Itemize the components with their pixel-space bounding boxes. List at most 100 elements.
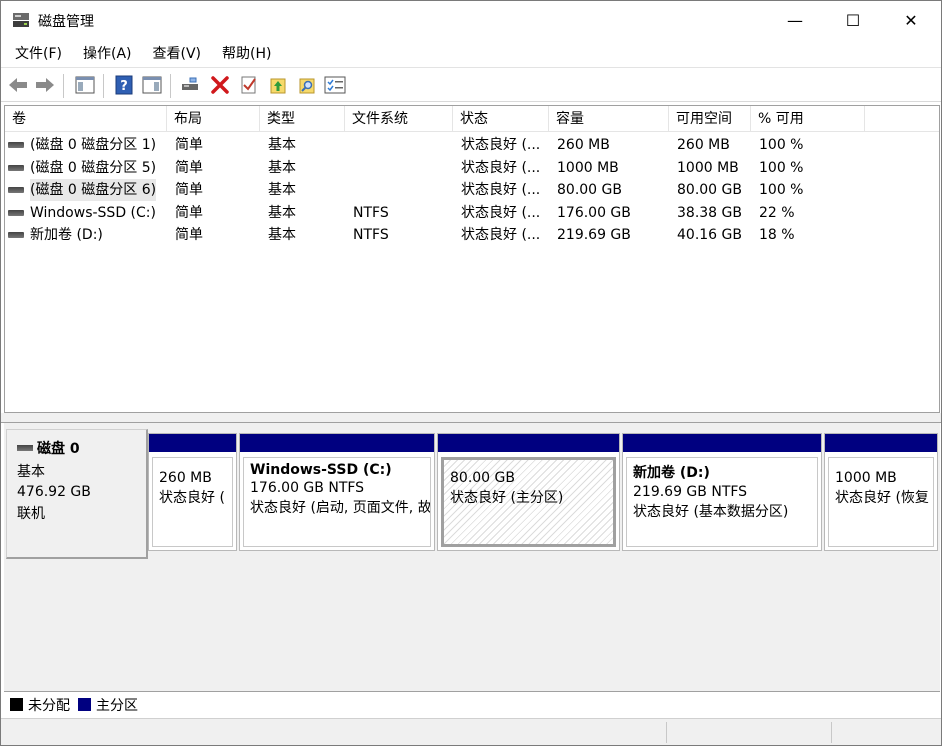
legend-swatch-unallocated — [10, 698, 23, 711]
check-icon — [241, 76, 256, 94]
action-pane-button[interactable] — [141, 74, 163, 96]
cell-percent-free: 22 % — [759, 204, 795, 221]
disk-management-window: 磁盘管理 — ☐ ✕ 文件(F) 操作(A) 查看(V) 帮助(H) ? 卷 布… — [0, 0, 942, 746]
properties-list-button[interactable] — [324, 74, 346, 96]
cell-filesystem: NTFS — [353, 204, 389, 221]
partition-status: 状态良好 (恢复 — [835, 490, 929, 506]
menu-file[interactable]: 文件(F) — [7, 40, 70, 66]
minimize-button[interactable]: — — [772, 1, 818, 39]
disk-graphical-view: 磁盘 0 基本 476.92 GB 联机 260 MB 状态良好 ( Windo… — [4, 423, 940, 691]
cell-capacity: 1000 MB — [557, 159, 619, 176]
column-header-capacity[interactable]: 容量 — [549, 106, 669, 132]
forward-arrow-icon — [36, 78, 54, 92]
volume-name: Windows-SSD (C:) — [30, 204, 156, 221]
partition-status: 状态良好 (启动, 页面文件, 故 — [250, 500, 431, 516]
check-button[interactable] — [238, 74, 260, 96]
connect-drive-button[interactable] — [180, 74, 202, 96]
cell-layout: 简单 — [175, 159, 203, 176]
disk-name: 磁盘 0 — [37, 441, 80, 457]
partition-body: Windows-SSD (C:) 176.00 GB NTFS 状态良好 (启动… — [243, 457, 431, 547]
forward-button[interactable] — [34, 74, 56, 96]
cell-volume: (磁盘 0 磁盘分区 5) — [5, 157, 167, 179]
console-tree-button[interactable] — [74, 74, 96, 96]
volume-name: (磁盘 0 磁盘分区 6) — [30, 179, 157, 201]
column-header-filesystem[interactable]: 文件系统 — [345, 106, 453, 132]
column-header-layout[interactable]: 布局 — [167, 106, 260, 132]
disk-name-line: 磁盘 0 — [17, 438, 136, 458]
column-header-status[interactable]: 状态 — [453, 106, 549, 132]
volume-list[interactable]: 卷 布局 类型 文件系统 状态 容量 可用空间 % 可用 (磁盘 0 磁盘分区 … — [4, 105, 940, 413]
menu-action[interactable]: 操作(A) — [75, 40, 140, 66]
disk-management-app-icon — [13, 13, 29, 27]
cell-free-space: 1000 MB — [677, 159, 739, 176]
volume-icon — [8, 142, 24, 148]
delete-icon — [211, 76, 229, 94]
legend-swatch-primary — [78, 698, 91, 711]
partition-size: 219.69 GB NTFS — [633, 484, 748, 500]
up-folder-icon — [270, 78, 286, 94]
disk-icon — [17, 445, 33, 451]
partition-1[interactable]: 260 MB 状态良好 ( — [148, 433, 237, 551]
cell-capacity: 176.00 GB — [557, 204, 631, 221]
cell-capacity: 219.69 GB — [557, 227, 631, 243]
partition-windows-ssd-c[interactable]: Windows-SSD (C:) 176.00 GB NTFS 状态良好 (启动… — [239, 433, 435, 551]
up-folder-button[interactable] — [267, 74, 289, 96]
toolbar-separator — [170, 74, 171, 98]
partition-size: 1000 MB — [835, 470, 897, 486]
partition-recovery[interactable]: 1000 MB 状态良好 (恢复 — [824, 433, 938, 551]
table-row[interactable]: 新加卷 (D:) 简单 基本 NTFS 状态良好 (... 219.69 GB 40.16 … — [5, 224, 939, 246]
cell-free-space: 260 MB — [677, 137, 730, 153]
table-row[interactable]: (磁盘 0 磁盘分区 5) 简单 基本 状态良好 (... 1000 MB 1000 MB… — [5, 157, 939, 179]
back-button[interactable] — [7, 74, 29, 96]
maximize-button[interactable]: ☐ — [830, 1, 876, 39]
cell-type: 基本 — [268, 204, 296, 221]
column-header-free-space[interactable]: 可用空间 — [669, 106, 751, 132]
cell-volume: Windows-SSD (C:) — [5, 202, 167, 224]
partition-name: 新加卷 (D:) — [633, 465, 710, 481]
menu-help[interactable]: 帮助(H) — [214, 40, 279, 66]
partition-type-bar — [149, 434, 236, 452]
properties-list-icon — [324, 76, 346, 94]
partition-body: 新加卷 (D:) 219.69 GB NTFS 状态良好 (基本数据分区) — [626, 457, 818, 547]
cell-percent-free: 100 % — [759, 182, 804, 198]
cell-layout: 简单 — [175, 204, 203, 221]
cell-free-space: 38.38 GB — [677, 204, 742, 221]
table-row[interactable]: Windows-SSD (C:) 简单 基本 NTFS 状态良好 (... 176.00 … — [5, 202, 939, 224]
search-folder-icon — [299, 78, 315, 94]
connect-drive-icon — [182, 77, 198, 90]
svg-text:?: ? — [120, 79, 128, 94]
table-row[interactable]: (磁盘 0 磁盘分区 1) 简单 基本 状态良好 (... 260 MB 260 MB 10… — [5, 134, 939, 156]
column-header-volume[interactable]: 卷 — [5, 106, 167, 132]
partition-type-bar — [240, 434, 434, 452]
volume-icon — [8, 232, 24, 238]
cell-status: 状态良好 (... — [461, 159, 541, 176]
partition-type-bar — [623, 434, 821, 452]
close-button[interactable]: ✕ — [888, 1, 934, 39]
partition-new-volume-d[interactable]: 新加卷 (D:) 219.69 GB NTFS 状态良好 (基本数据分区) — [622, 433, 822, 551]
cell-capacity: 260 MB — [557, 137, 610, 153]
cell-type: 基本 — [268, 137, 296, 153]
pane-splitter[interactable] — [1, 413, 941, 423]
delete-button[interactable] — [209, 74, 231, 96]
minimize-icon: — — [787, 10, 803, 30]
back-arrow-icon — [9, 78, 27, 92]
disk-0-label[interactable]: 磁盘 0 基本 476.92 GB 联机 — [6, 429, 148, 559]
cell-percent-free: 18 % — [759, 227, 795, 243]
partition-strip: 260 MB 状态良好 ( Windows-SSD (C:) 176.00 GB… — [148, 433, 938, 551]
column-header-type[interactable]: 类型 — [260, 106, 345, 132]
legend: 未分配 主分区 — [4, 691, 940, 717]
cell-filesystem: NTFS — [353, 227, 389, 243]
cell-filesystem — [345, 134, 453, 156]
partition-80gb-selected[interactable]: 80.00 GB 状态良好 (主分区) — [437, 433, 620, 551]
table-row[interactable]: (磁盘 0 磁盘分区 6) 简单 基本 状态良好 (... 80.00 GB 80.00 … — [5, 179, 939, 201]
title-bar: 磁盘管理 — ☐ ✕ — [1, 1, 941, 39]
volume-icon — [8, 187, 24, 193]
partition-status: 状态良好 (基本数据分区) — [633, 504, 789, 520]
help-button[interactable]: ? — [113, 74, 135, 96]
cell-type: 基本 — [268, 227, 296, 243]
cell-volume: (磁盘 0 磁盘分区 1) — [5, 134, 167, 156]
column-header-percent-free[interactable]: % 可用 — [751, 106, 865, 132]
search-folder-button[interactable] — [296, 74, 318, 96]
menu-view[interactable]: 查看(V) — [145, 40, 210, 66]
partition-type-bar — [825, 434, 937, 452]
